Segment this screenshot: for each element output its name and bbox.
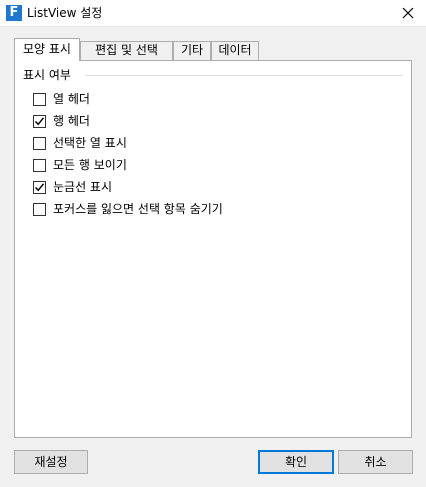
app-icon: F — [6, 5, 22, 21]
checkmark-icon — [34, 183, 45, 192]
checkbox[interactable] — [33, 93, 46, 106]
option-label: 열 헤더 — [53, 92, 90, 106]
checkbox[interactable] — [33, 115, 46, 128]
option-label: 선택한 열 표시 — [53, 136, 127, 150]
option-label: 눈금선 표시 — [53, 180, 113, 194]
option-label: 행 헤더 — [53, 114, 90, 128]
tab-appearance[interactable]: 모양 표시 — [14, 38, 80, 61]
checkbox[interactable] — [33, 203, 46, 216]
close-button[interactable] — [390, 0, 426, 26]
reset-button[interactable]: 재설정 — [14, 450, 88, 474]
option-label: 포커스를 잃으면 선택 항목 숨기기 — [53, 202, 223, 216]
tab-data[interactable]: 데이터 — [211, 41, 259, 60]
window-title: ListView 설정 — [27, 6, 103, 20]
title-bar: F ListView 설정 — [0, 0, 426, 27]
group-divider — [85, 75, 403, 76]
checkmark-icon — [34, 117, 45, 126]
tab-panel: 표시 여부 열 헤더 행 헤더 선택한 열 표시 모든 행 보이기 눈금선 표시… — [14, 60, 412, 438]
tab-edit-select[interactable]: 편집 및 선택 — [80, 41, 173, 60]
close-icon — [402, 7, 414, 19]
checkbox[interactable] — [33, 159, 46, 172]
group-title: 표시 여부 — [23, 68, 75, 82]
checkbox[interactable] — [33, 137, 46, 150]
checkbox[interactable] — [33, 181, 46, 194]
option-label: 모든 행 보이기 — [53, 158, 127, 172]
cancel-button[interactable]: 취소 — [338, 450, 413, 474]
tab-other[interactable]: 기타 — [173, 41, 211, 60]
ok-button[interactable]: 확인 — [258, 450, 334, 474]
